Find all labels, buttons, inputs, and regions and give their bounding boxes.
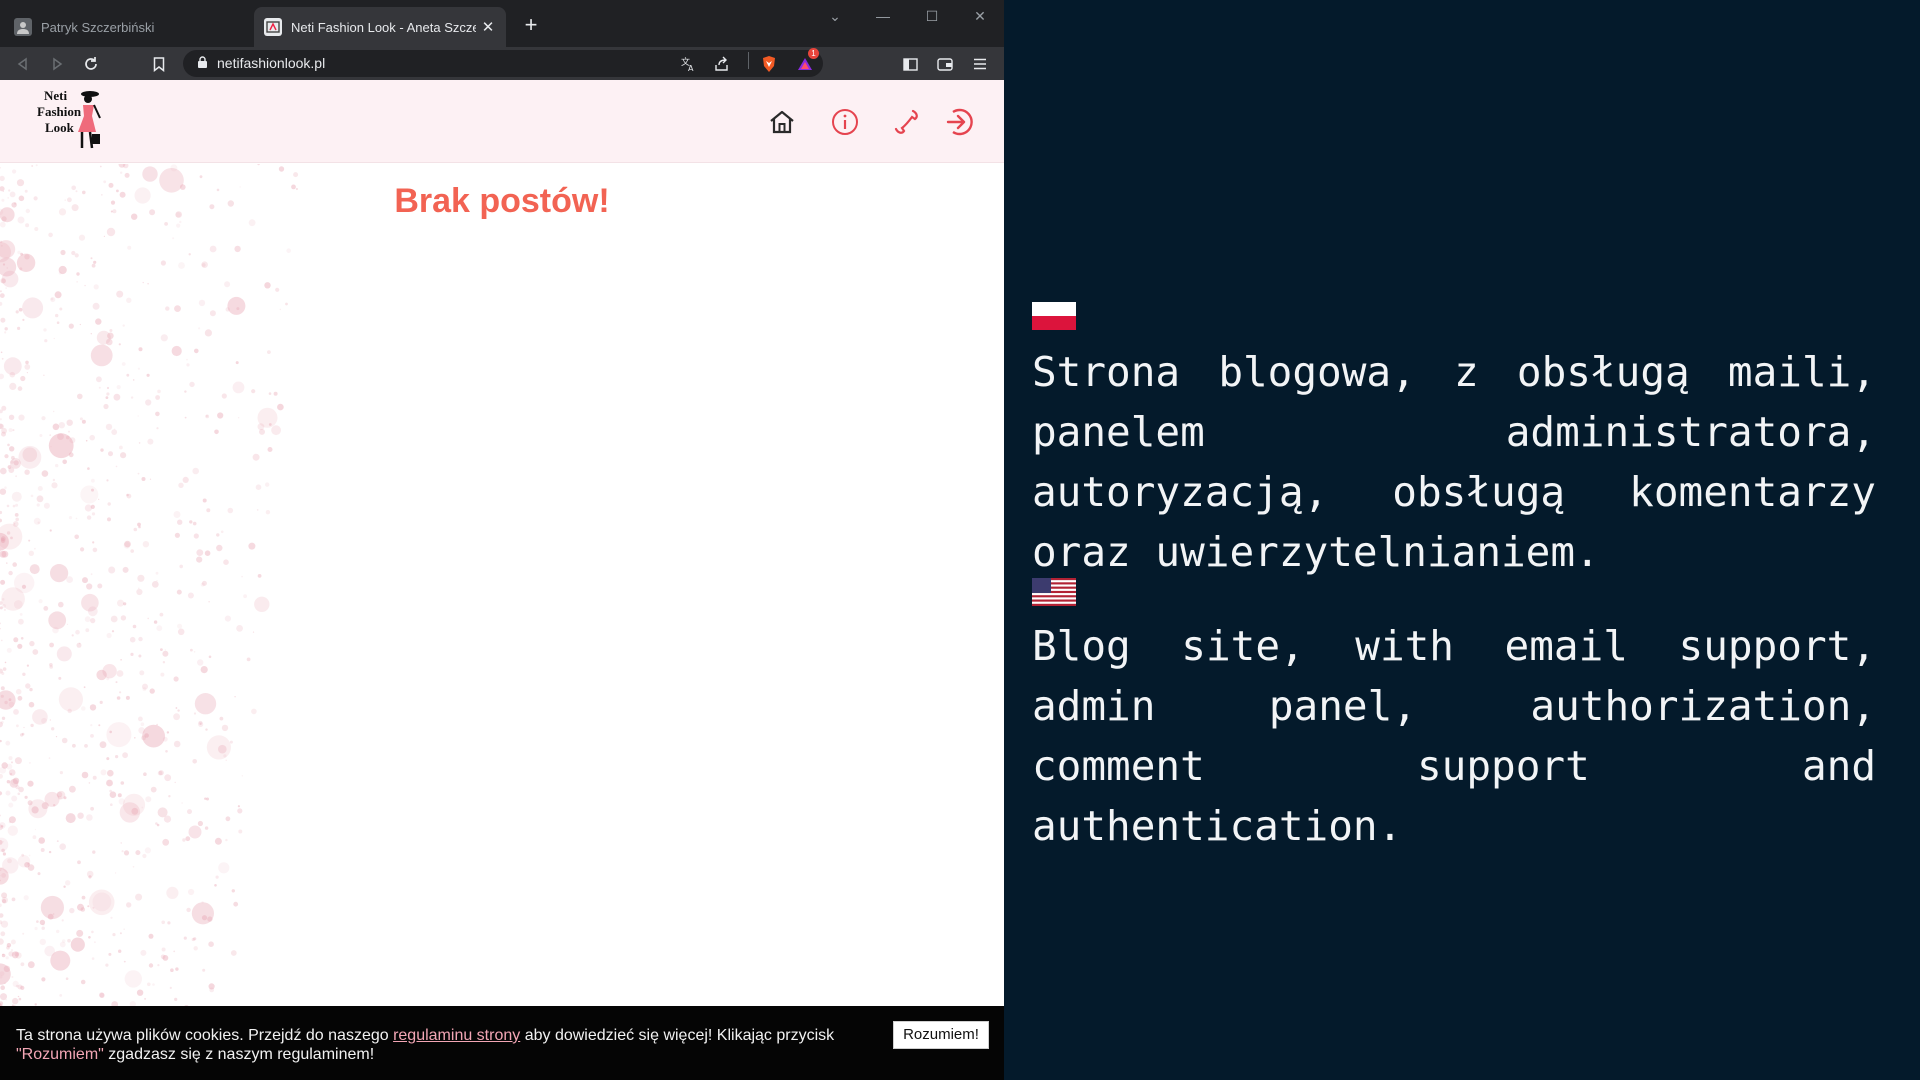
tab-title: Patryk Szczerbiński [41, 19, 155, 35]
toolbar-divider [748, 52, 749, 69]
back-icon[interactable] [10, 51, 36, 77]
notification-badge: 1 [808, 48, 819, 59]
usa-flag-icon [1032, 578, 1076, 606]
brave-shields-icon[interactable] [756, 51, 782, 77]
empty-posts-message: Brak postów! [394, 182, 610, 220]
forward-icon[interactable] [44, 51, 70, 77]
svg-text:A: A [688, 64, 694, 72]
cookie-text: Ta strona używa plików cookies. Przejdź … [16, 1026, 866, 1064]
url-text: netifashionlook.pl [217, 55, 326, 71]
tab-strip: Patryk Szczerbiński Neti Fashion Look - … [0, 0, 1004, 47]
tab-search-icon[interactable]: ⌄ [820, 4, 850, 28]
address-bar[interactable]: netifashionlook.pl 文A [183, 50, 823, 77]
tab-netifashionlook[interactable]: Neti Fashion Look - Aneta Szczerbińska ✕ [254, 7, 506, 47]
close-tab-icon[interactable]: ✕ [476, 18, 500, 36]
description-english: Blog site, with email support, admin pan… [1032, 616, 1876, 856]
reload-icon[interactable] [78, 51, 104, 77]
cookie-quoted-text: "Rozumiem" [16, 1046, 104, 1063]
home-icon[interactable] [764, 104, 800, 140]
translate-icon[interactable]: 文A [677, 53, 699, 75]
description-polish: Strona blogowa, z obsługą maili, panelem… [1032, 342, 1876, 582]
pink-splatter-decoration [0, 164, 299, 1080]
bookmark-icon[interactable] [146, 51, 172, 77]
cookie-text-part: Ta strona używa plików cookies. Przejdź … [16, 1027, 394, 1044]
close-window-icon[interactable]: ✕ [965, 4, 995, 28]
lock-icon [197, 56, 208, 74]
menu-icon[interactable] [967, 51, 993, 77]
cookie-text-part: aby dowiedzieć się więcej! Klikając przy… [520, 1027, 835, 1044]
login-icon[interactable] [942, 104, 978, 140]
site-favicon-icon [264, 18, 282, 36]
share-icon[interactable] [711, 53, 733, 75]
fashion-figure-icon [78, 91, 101, 149]
description-english-text: Blog site, with email support, admin pan… [1032, 622, 1876, 850]
cookie-text-part: zgadzasz się z naszym regulaminem! [103, 1046, 375, 1063]
cookie-banner: Ta strona używa plików cookies. Przejdź … [0, 1006, 1004, 1080]
browser-window: Patryk Szczerbiński Neti Fashion Look - … [0, 0, 1004, 1080]
wallet-icon[interactable] [932, 51, 958, 77]
tab-patryk[interactable]: Patryk Szczerbiński [6, 7, 252, 47]
sidebar-icon[interactable] [897, 51, 923, 77]
poland-flag-icon [1032, 302, 1076, 330]
description-polish-text: Strona blogowa, z obsługą maili, panelem… [1032, 348, 1876, 576]
minimize-icon[interactable]: — [868, 4, 898, 28]
site-logo[interactable]: Neti Fashion Look [34, 88, 104, 156]
user-avatar-icon [14, 18, 32, 36]
browser-toolbar: netifashionlook.pl 文A 1 [0, 47, 1004, 80]
phone-icon[interactable] [889, 104, 925, 140]
site-header: Neti Fashion Look [0, 80, 1004, 163]
tab-title: Neti Fashion Look - Aneta Szczerbińska [291, 19, 476, 35]
accept-cookies-button[interactable]: Rozumiem! [893, 1021, 989, 1049]
info-icon[interactable] [827, 104, 863, 140]
new-tab-button[interactable]: + [518, 12, 544, 38]
maximize-icon[interactable]: ☐ [917, 4, 947, 28]
terms-link[interactable]: regulaminu strony [393, 1027, 520, 1044]
web-page: Neti Fashion Look Brak postów! Ta strona… [0, 80, 1004, 1080]
